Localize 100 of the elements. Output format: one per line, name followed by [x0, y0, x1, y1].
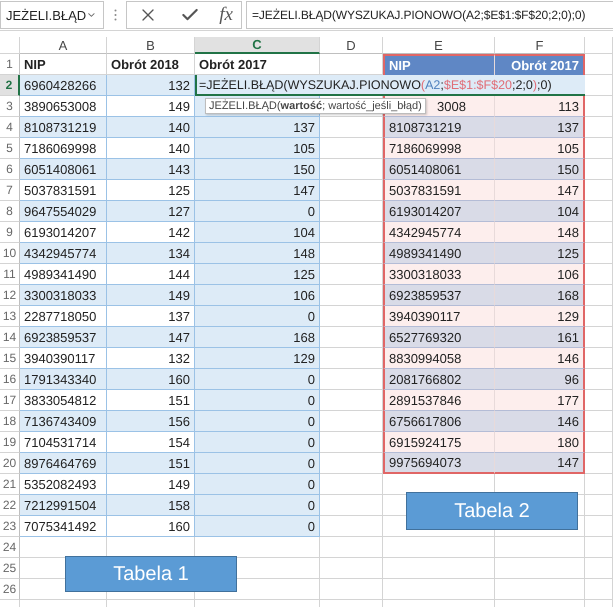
table-cell: 0	[195, 474, 320, 495]
row-header[interactable]: 5	[0, 138, 20, 159]
row-header[interactable]: 13	[0, 306, 20, 327]
table-cell	[585, 96, 613, 117]
table-cell	[320, 201, 383, 222]
table-cell: 2081766802	[383, 369, 495, 390]
table-cell: 6915924175	[383, 432, 495, 453]
row-header[interactable]: 11	[0, 264, 20, 285]
column-header[interactable]: B	[107, 37, 195, 54]
table-cell	[320, 159, 383, 180]
table-cell: 147	[195, 180, 320, 201]
table-cell: 150	[195, 159, 320, 180]
table-cell	[320, 411, 383, 432]
table-cell: 6527769320	[383, 327, 495, 348]
table-cell: 150	[495, 159, 585, 180]
row-header[interactable]: 10	[0, 243, 20, 264]
table-cell: 160	[107, 369, 195, 390]
row-header[interactable]: 12	[0, 285, 20, 306]
label-shape[interactable]: Tabela 1	[65, 556, 237, 592]
row-header[interactable]: 25	[0, 558, 20, 579]
row-header[interactable]: 19	[0, 432, 20, 453]
row-header[interactable]: 3	[0, 96, 20, 117]
table-cell: 132	[107, 75, 195, 96]
row-header[interactable]: 16	[0, 369, 20, 390]
name-box[interactable]: JEŻELI.BŁĄD	[0, 1, 104, 29]
table-cell: Obrót 2017	[195, 54, 320, 75]
table-cell: 5352082493	[20, 474, 107, 495]
table-cell: 7136743409	[20, 411, 107, 432]
cell-editor[interactable]: =JEŻELI.BŁĄD(WYSZUKAJ.PIONOWO(A2;$E$1:$F$20;2;0);0)	[195, 75, 585, 96]
row-header[interactable]: 21	[0, 474, 20, 495]
table-cell: 106	[495, 264, 585, 285]
table-cell: 8976464769	[20, 453, 107, 474]
row-header[interactable]: 7	[0, 180, 20, 201]
table-cell	[585, 453, 613, 474]
row-header[interactable]: 18	[0, 411, 20, 432]
table-cell: 0	[195, 516, 320, 537]
table-cell: 154	[107, 432, 195, 453]
column-header[interactable]: A	[20, 37, 107, 54]
table-cell: 0	[195, 390, 320, 411]
table-cell: NIP	[20, 54, 107, 75]
row-header[interactable]: 26	[0, 579, 20, 600]
table-cell: Obrót 2017	[495, 54, 585, 75]
table-cell: 3940390117	[20, 348, 107, 369]
table-cell: 6960428266	[20, 75, 107, 96]
row-header[interactable]: 1	[0, 54, 20, 75]
table-cell	[320, 369, 383, 390]
table-cell: Obrót 2018	[107, 54, 195, 75]
table-cell: 104	[195, 222, 320, 243]
row-header[interactable]: 9	[0, 222, 20, 243]
row-header[interactable]: 24	[0, 537, 20, 558]
table-cell: 146	[495, 348, 585, 369]
formula-field[interactable]: =JEŻELI.BŁĄD(WYSZUKAJ.PIONOWO(A2;$E$1:$F$20;2;0);0)	[246, 1, 613, 29]
column-header[interactable]: D	[320, 37, 383, 54]
table-cell: 6756617806	[383, 411, 495, 432]
table-cell: 106	[195, 285, 320, 306]
table-cell: 6923859537	[383, 285, 495, 306]
column-header[interactable]: C	[195, 37, 320, 54]
row-header[interactable]: 23	[0, 516, 20, 537]
table-cell: 158	[107, 495, 195, 516]
table-cell	[585, 327, 613, 348]
drag-handle-icon[interactable]	[114, 9, 116, 21]
table-cell	[585, 243, 613, 264]
table-cell: 132	[107, 348, 195, 369]
table-cell: 149	[107, 285, 195, 306]
row-header[interactable]: 14	[0, 327, 20, 348]
table-cell: 4342945774	[20, 243, 107, 264]
table-cell: 156	[107, 411, 195, 432]
table-cell: 0	[195, 306, 320, 327]
table-cell: 143	[107, 159, 195, 180]
table-cell: 147	[495, 453, 585, 474]
row-header[interactable]: 4	[0, 117, 20, 138]
row-header[interactable]: 6	[0, 159, 20, 180]
insert-function-button[interactable]: fx	[219, 4, 233, 26]
table-cell: 6051408061	[383, 159, 495, 180]
table-cell	[320, 222, 383, 243]
table-cell	[585, 159, 613, 180]
table-cell: 7104531714	[20, 432, 107, 453]
row-header[interactable]: 2	[0, 75, 20, 96]
table-cell: 168	[195, 327, 320, 348]
row-header[interactable]: 20	[0, 453, 20, 474]
label-shape[interactable]: Tabela 2	[406, 492, 578, 530]
table-cell: 5037831591	[383, 180, 495, 201]
row-header[interactable]: 22	[0, 495, 20, 516]
column-header[interactable]: E	[383, 37, 495, 54]
function-tooltip: JEŻELI.BŁĄD(wartość; wartość_jeśli_błąd)	[205, 98, 426, 114]
table-cell	[320, 453, 383, 474]
table-cell	[320, 516, 383, 537]
column-header[interactable]: F	[495, 37, 585, 54]
table-cell: 6193014207	[383, 201, 495, 222]
row-header[interactable]: 17	[0, 390, 20, 411]
table-cell	[320, 558, 383, 579]
table-cell	[585, 432, 613, 453]
table-cell: 104	[495, 201, 585, 222]
table-cell	[585, 411, 613, 432]
table-cell: 9975694073	[383, 453, 495, 474]
row-header[interactable]: 8	[0, 201, 20, 222]
table-cell	[320, 54, 383, 75]
table-cell: 8108731219	[383, 117, 495, 138]
row-header[interactable]: 15	[0, 348, 20, 369]
table-cell: 3300318033	[20, 285, 107, 306]
